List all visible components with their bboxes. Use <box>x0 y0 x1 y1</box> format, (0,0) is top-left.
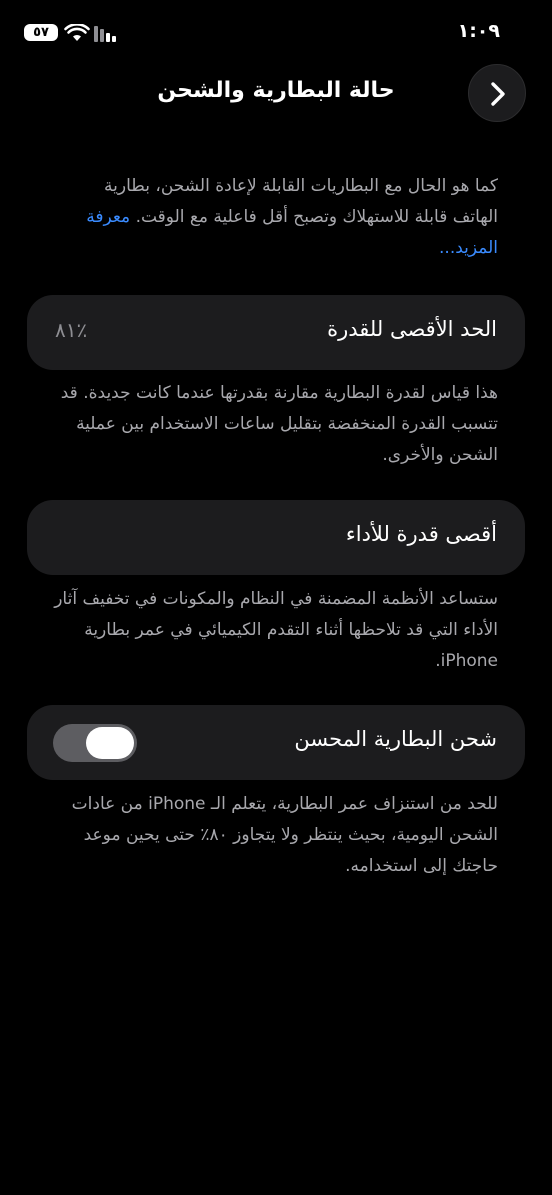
toggle-knob <box>86 727 134 759</box>
back-button[interactable] <box>468 64 526 122</box>
peak-performance-label: أقصى قدرة للأداء <box>345 522 497 546</box>
optimized-charging-label: شحن البطارية المحسن <box>294 727 497 751</box>
maximum-capacity-description: هذا قياس لقدرة البطارية مقارنة بقدرتها ع… <box>60 383 498 465</box>
intro-description: كما هو الحال مع البطاريات القابلة لإعادة… <box>104 176 498 227</box>
chevron-icon <box>491 82 505 106</box>
optimized-charging-description: للحد من استنزاف عمر البطارية، يتعلم الـ … <box>71 794 498 876</box>
wifi-icon <box>64 24 90 41</box>
maximum-capacity-label: الحد الأقصى للقدرة <box>327 317 497 341</box>
optimized-charging-toggle[interactable] <box>53 724 137 762</box>
cellular-signal-icon <box>94 26 116 42</box>
battery-indicator: ٥٧ <box>24 24 58 41</box>
status-time: ١:٠٩ <box>457 20 500 42</box>
peak-performance-row: أقصى قدرة للأداء <box>27 500 525 575</box>
maximum-capacity-value: ٪٨١ <box>55 318 88 342</box>
optimized-charging-row: شحن البطارية المحسن <box>27 705 525 780</box>
navigation-bar: حالة البطارية والشحن <box>0 60 552 126</box>
status-bar: ٥٧ ١:٠٩ <box>0 0 552 60</box>
intro-text: كما هو الحال مع البطاريات القابلة لإعادة… <box>54 171 498 264</box>
peak-performance-description: ستساعد الأنظمة المضمنة في النظام والمكون… <box>54 589 498 671</box>
maximum-capacity-row: الحد الأقصى للقدرة ٪٨١ <box>27 295 525 370</box>
